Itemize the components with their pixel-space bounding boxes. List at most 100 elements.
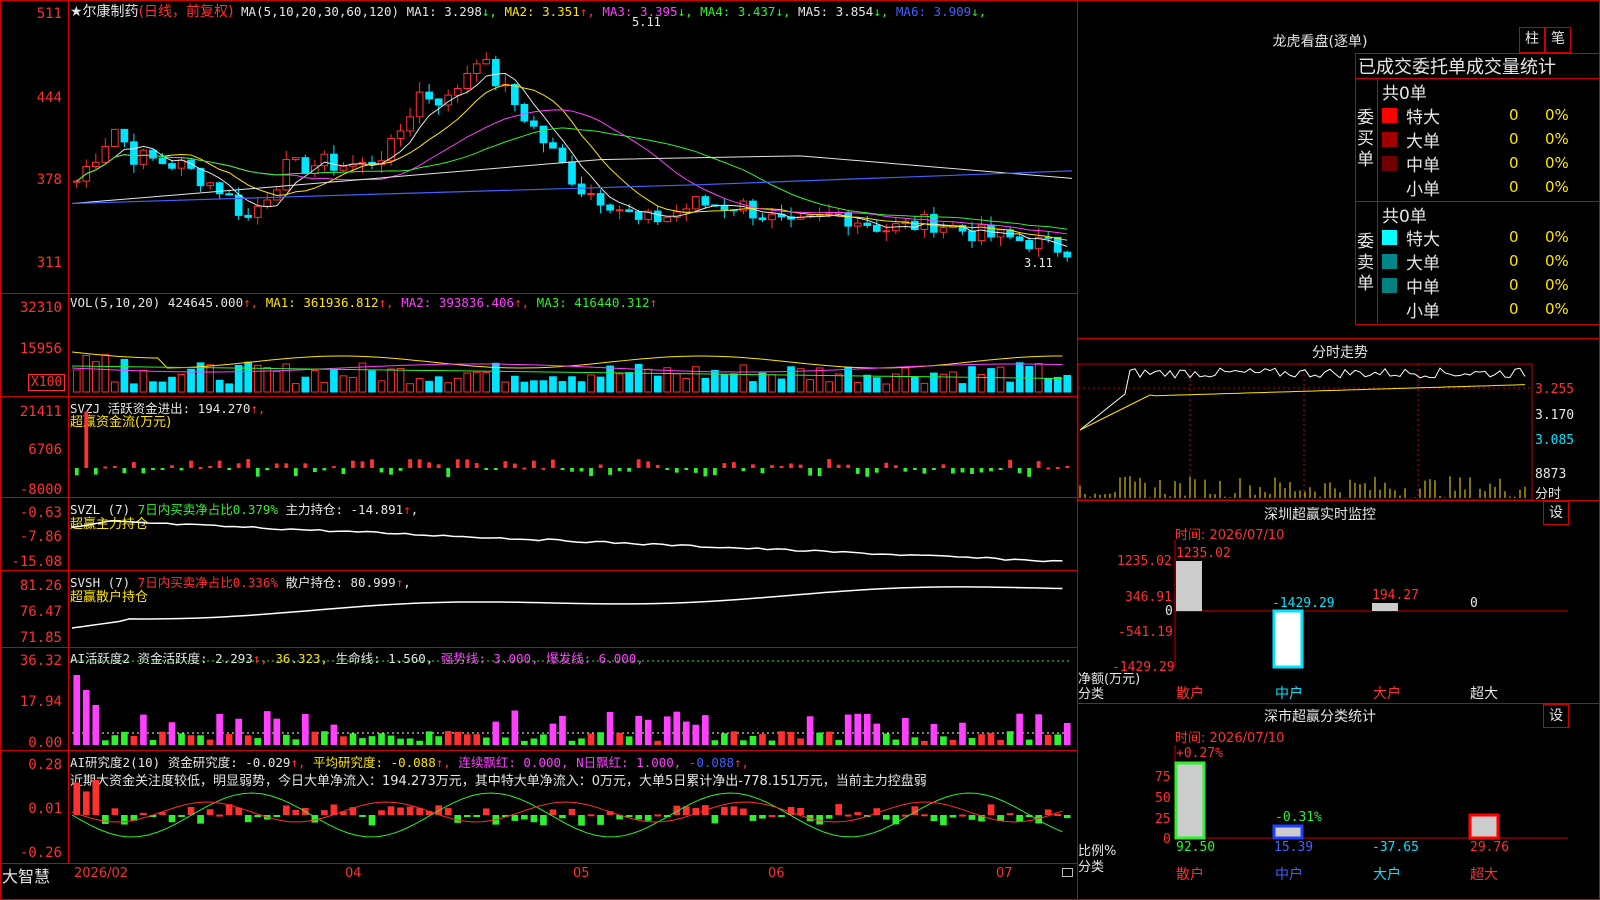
activity-bar [768,740,776,745]
candle-body [196,167,205,187]
activity-bar [711,740,719,745]
sell-order-label: 委卖单 [1357,232,1374,294]
capital-flow-bar [170,465,174,468]
activity-bar [1016,713,1023,745]
research-bar [549,809,557,815]
volume-bar [701,377,710,393]
volume-bar [787,366,795,393]
volume-bar [530,380,538,393]
activity-bar [130,735,138,745]
capital-flow-bar [189,460,193,468]
research-bar [73,782,81,815]
activity-bar [616,732,623,745]
activity-bar [140,714,147,745]
volume-bar [968,366,976,393]
brand-logo: 大智慧 [2,867,51,886]
activity-bar [721,733,728,745]
volume-bar [796,368,805,393]
research-bar [521,815,528,820]
volume-bar [1044,378,1053,393]
capital-flow-bar [112,465,117,468]
research-bar [321,810,328,815]
fenshi-panel[interactable] [1077,338,1600,501]
research-bar [511,815,519,821]
research-bar [844,814,852,817]
sz-settings-button[interactable]: 设 [1543,501,1569,525]
class-value-large: -37.65 [1372,840,1419,855]
activity-bar [1035,714,1042,745]
volume-bar [120,359,129,393]
volume-bar [1063,375,1072,393]
candle-body [653,210,662,223]
volume-bar [177,373,186,393]
research-bar [625,815,633,817]
capital-flow-bar [132,462,136,468]
volume-bar [911,376,919,393]
x-tick-3: 06 [768,866,785,881]
candle-body [853,222,862,227]
research-bar [102,815,109,824]
activity-bar [492,721,500,745]
capital-flow-bar [655,464,660,468]
capital-flow-bar [674,468,679,473]
capital-flow-bar [1046,467,1051,470]
capital-flow-bar [989,468,993,472]
activity-bar [435,736,442,745]
lock-icon[interactable] [1062,868,1073,877]
capital-flow-bar [427,462,432,468]
research-bar [530,815,538,823]
volume-bar [682,377,691,393]
activity-bar [949,739,957,745]
research-bar [587,814,595,817]
activity-bar [921,740,928,745]
candle-body [301,157,310,174]
class-settings-button[interactable]: 设 [1543,704,1569,728]
volume-bar [158,381,167,393]
tick-mode-button[interactable]: 笔 [1545,27,1571,53]
order-row-pct: 0% [1545,178,1569,196]
volume-bar [72,369,81,393]
activity-bar [1025,739,1033,745]
volume-bar [234,364,243,393]
bar-mode-button[interactable]: 柱 [1519,27,1545,53]
activity-bar [873,723,881,745]
volume-bar [730,373,738,393]
capital-flow-bar [332,466,336,469]
activity-bar [168,722,176,745]
candle-body [587,193,595,196]
volume-bar [149,381,157,393]
volume-bar [958,383,967,393]
capital-flow-bar [398,468,403,471]
candle-body [91,161,100,168]
sz-cat-medium: 中户 [1275,686,1303,702]
activity-bar [587,733,595,745]
volume-bar [520,381,529,393]
candle-body [634,211,643,220]
research-bar [940,815,947,826]
activity-bar [378,733,385,745]
activity-bar [625,736,633,745]
class-ytick: 50 [1155,791,1171,806]
volume-bar [387,368,395,393]
activity-bar [902,718,909,745]
research-bar [568,808,576,815]
order-row: 特大 0 0% [1379,103,1599,128]
research-bar [273,815,281,817]
activity-bar [797,738,804,745]
volume-bar [453,377,462,393]
capital-flow-bar [846,464,851,468]
activity-bar [654,740,662,745]
candle-body [291,157,300,161]
order-row-count: 0 [1509,252,1519,270]
activity-bar [968,738,976,745]
candle-body [1015,236,1024,242]
capital-flow-bar [512,463,517,468]
candle-body [149,149,157,159]
buy-order-label: 委买单 [1357,108,1374,170]
activity-bar [644,719,652,745]
activity-bar [540,734,547,745]
volume-bar [872,377,881,393]
order-row-label: 小单 [1406,302,1440,322]
candle-body [625,209,633,213]
volume-bar [349,376,357,393]
